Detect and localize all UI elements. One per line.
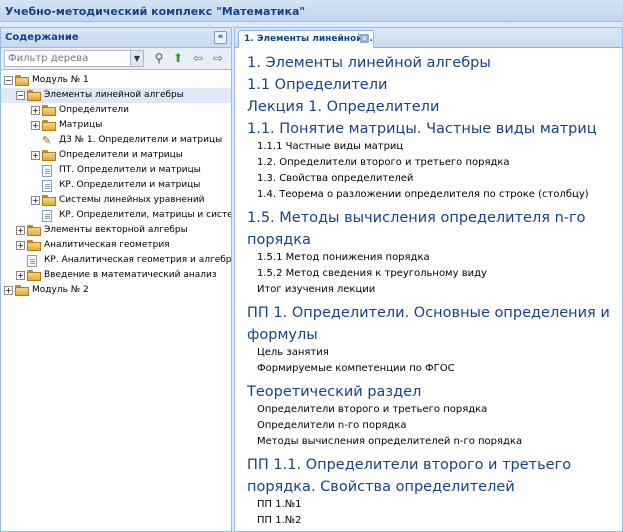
tab-label: 1. Элементы линейной... — [244, 34, 373, 44]
section-heading: 1.5. Методы вычисления определителя n-го — [247, 210, 586, 226]
tree-node-label: Элементы линейной алгебры — [44, 90, 184, 100]
section-heading: ПП 1. Определители. Основные определения… — [247, 305, 610, 321]
close-icon[interactable]: × — [360, 34, 369, 43]
expand-icon[interactable]: + — [31, 121, 40, 130]
section-link[interactable]: Определители n-го порядка — [257, 419, 407, 433]
folder-icon — [42, 150, 56, 161]
content-panel: 1. Элементы линейной... × 1. Элементы ли… — [234, 27, 623, 532]
section-link[interactable]: ПП 1.№2 — [257, 514, 302, 528]
tree-node[interactable]: + Аналитическая геометрия — [1, 238, 231, 253]
expand-icon[interactable]: + — [16, 226, 25, 235]
contents-panel-title: Содержание — [5, 32, 79, 43]
section-link[interactable]: Методы вычисления определителей n-го пор… — [257, 435, 522, 449]
folder-icon — [15, 285, 29, 296]
folder-icon — [42, 120, 56, 131]
section-heading: 1. Элементы линейной алгебры — [247, 55, 491, 71]
expand-icon[interactable]: + — [31, 196, 40, 205]
tree-node[interactable]: + Системы линейных уравнений — [1, 193, 231, 208]
folder-icon — [15, 75, 29, 86]
section-heading: Теоретический раздел — [247, 384, 422, 400]
binoculars-icon[interactable]: ⚲ — [152, 51, 166, 65]
folder-icon — [27, 90, 41, 101]
tree-node-label: КР. Определители, матрицы и системы Л — [59, 210, 231, 220]
arrow-right-icon[interactable]: ⇨ — [211, 51, 225, 65]
folder-icon — [27, 240, 41, 251]
section-link[interactable]: 1.2. Определители второго и третьего пор… — [257, 156, 510, 170]
collapse-panel-button[interactable]: « — [214, 31, 227, 44]
section-heading: Лекция 1. Определители — [247, 99, 440, 115]
collapse-icon[interactable]: − — [16, 91, 25, 100]
folder-icon — [27, 225, 41, 236]
tree-node-label: Определители и матрицы — [59, 150, 183, 160]
document-icon — [42, 165, 52, 177]
tree-node[interactable]: + Элементы векторной алгебры — [1, 223, 231, 238]
section-link[interactable]: ПП 1.№1 — [257, 498, 302, 512]
tree-node-label: КР. Определители и матрицы — [59, 180, 201, 190]
section-heading: формулы — [247, 327, 318, 343]
document-icon — [42, 210, 52, 222]
section-link[interactable]: 1.5.2 Метод сведения к треугольному виду — [257, 267, 487, 281]
section-heading: ПП 1.1. Определители второго и третьего — [247, 457, 572, 473]
section-link[interactable]: 1.5.1 Метод понижения порядка — [257, 251, 430, 265]
section-link[interactable]: 1.1.1 Частные виды матриц — [257, 140, 403, 154]
homework-icon: ✎ — [42, 134, 52, 147]
arrow-left-icon[interactable]: ⇦ — [191, 51, 205, 65]
contents-panel: Содержание « ▼ ⚲ ⬆ ⇦ ⇨ −Модуль № 1−Элеме… — [0, 27, 232, 532]
section-link[interactable]: Формируемые компетенции по ФГОС — [257, 362, 455, 376]
tree-toolbar: ▼ ⚲ ⬆ ⇦ ⇨ — [1, 48, 231, 70]
tree-node[interactable]: + Матрицы — [1, 118, 231, 133]
tree-node[interactable]: + Определители и матрицы — [1, 148, 231, 163]
tree-node-label: ДЗ № 1. Определители и матрицы — [59, 135, 223, 145]
tree-node-label: Модуль № 1 — [32, 75, 89, 85]
arrow-up-icon[interactable]: ⬆ — [171, 51, 185, 65]
tree-node[interactable]: КР. Определители, матрицы и системы Л — [1, 208, 231, 223]
expand-icon[interactable]: + — [31, 151, 40, 160]
tree-node-label: Модуль № 2 — [32, 285, 89, 295]
section-heading: 1.1. Понятие матрицы. Частные виды матри… — [247, 121, 597, 137]
filter-dropdown-icon[interactable]: ▼ — [130, 51, 143, 66]
document-icon — [42, 180, 52, 192]
expand-icon[interactable]: + — [16, 241, 25, 250]
tree-node-label: Матрицы — [59, 120, 103, 130]
section-heading: порядка. Свойства определителей — [247, 479, 515, 495]
tab-linear-algebra[interactable]: 1. Элементы линейной... × — [238, 30, 374, 48]
section-heading: порядка — [247, 232, 311, 248]
tree-node-label: Аналитическая геометрия — [44, 240, 170, 250]
folder-icon — [42, 195, 56, 206]
tree-node-label: КР. Аналитическая геометрия и алгебра — [44, 255, 231, 265]
section-link[interactable]: Итог изучения лекции — [257, 283, 375, 297]
tree-node[interactable]: ✎ ДЗ № 1. Определители и матрицы — [1, 133, 231, 148]
tab-strip: 1. Элементы линейной... × — [235, 28, 622, 48]
tree-node[interactable]: КР. Аналитическая геометрия и алгебра — [1, 253, 231, 268]
tree-node[interactable]: + Введение в математический анализ — [1, 268, 231, 283]
tree-node[interactable]: + Модуль № 2 — [1, 283, 231, 298]
section-heading: 1.1 Определители — [247, 77, 388, 93]
tree-node-label: Элементы векторной алгебры — [44, 225, 188, 235]
folder-icon — [42, 105, 56, 116]
tree-node[interactable]: КР. Определители и матрицы — [1, 178, 231, 193]
tree-node[interactable]: ПТ. Определители и матрицы — [1, 163, 231, 178]
collapse-icon[interactable]: − — [4, 76, 13, 85]
tree-node-label: Определители — [59, 105, 129, 115]
section-link[interactable]: Цель занятия — [257, 346, 329, 360]
tree-node[interactable]: + Определители — [1, 103, 231, 118]
expand-icon[interactable]: + — [16, 271, 25, 280]
tree-filter-input[interactable] — [4, 50, 144, 67]
contents-panel-header: Содержание « — [1, 28, 231, 48]
expand-icon[interactable]: + — [4, 286, 13, 295]
section-link[interactable]: 1.4. Теорема о разложении определителя п… — [257, 188, 589, 202]
expand-icon[interactable]: + — [31, 106, 40, 115]
folder-icon — [27, 270, 41, 281]
section-link[interactable]: 1.3. Свойства определителей — [257, 172, 413, 186]
tree-node[interactable]: − Модуль № 1 — [1, 73, 231, 88]
section-link[interactable]: Определители второго и третьего порядка — [257, 403, 487, 417]
tree-node-label: Системы линейных уравнений — [59, 195, 205, 205]
tree-node-label: ПТ. Определители и матрицы — [59, 165, 201, 175]
document-icon — [27, 255, 37, 267]
tree-node[interactable]: − Элементы линейной алгебры — [1, 88, 231, 103]
tree-node-label: Введение в математический анализ — [44, 270, 217, 280]
window-title: Учебно-методический комплекс "Математика… — [0, 0, 623, 22]
